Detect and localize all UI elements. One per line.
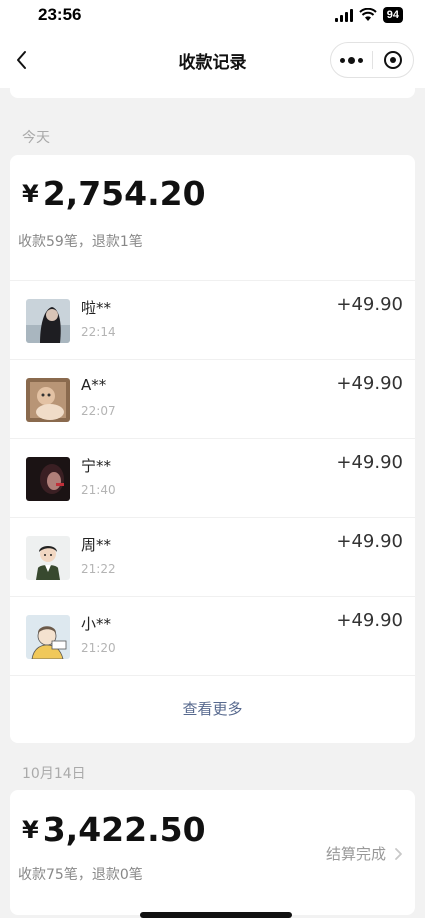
- wifi-icon: [359, 8, 377, 21]
- status-bar: 23:56 94: [0, 0, 425, 32]
- payment-amount: +49.90: [336, 610, 403, 631]
- chevron-right-icon: [395, 847, 402, 860]
- today-total-amount: 2,754.20: [42, 174, 206, 213]
- transaction-row[interactable]: 小** 21:20 +49.90: [10, 596, 415, 675]
- transaction-row[interactable]: 周** 21:22 +49.90: [10, 517, 415, 596]
- payer-name: 小**: [81, 615, 112, 633]
- avatar: [26, 615, 70, 659]
- transaction-row[interactable]: 啦** 22:14 +49.90: [10, 280, 415, 359]
- payment-time: 21:40: [81, 483, 116, 497]
- section-label-today: 今天: [22, 130, 50, 146]
- payer-name: 周**: [81, 536, 112, 554]
- mini-program-capsule: [330, 42, 414, 78]
- today-summary: 收款59笔，退款1笔: [18, 234, 143, 250]
- currency-symbol: ¥: [22, 816, 39, 844]
- oct14-total-amount: 3,422.50: [42, 810, 206, 849]
- close-target-icon[interactable]: [373, 43, 413, 77]
- settlement-label: 结算完成: [325, 845, 386, 863]
- view-more-link[interactable]: 查看更多: [10, 675, 415, 743]
- section-label-date: 10月14日: [22, 766, 86, 782]
- oct14-total: ¥3,422.50: [22, 810, 206, 849]
- payer-name: 啦**: [81, 299, 112, 317]
- payment-amount: +49.90: [336, 294, 403, 315]
- payer-name: 宁**: [81, 457, 112, 475]
- payment-amount: +49.90: [336, 373, 403, 394]
- payment-time: 22:07: [81, 404, 116, 418]
- payer-name: A**: [81, 376, 107, 394]
- payment-time: 21:20: [81, 641, 116, 655]
- avatar: [26, 536, 70, 580]
- oct14-summary: 收款75笔，退款0笔: [18, 867, 143, 883]
- status-time: 23:56: [38, 5, 82, 24]
- transaction-row[interactable]: 宁** 21:40 +49.90: [10, 438, 415, 517]
- payment-time: 21:22: [81, 562, 116, 576]
- payment-time: 22:14: [81, 325, 116, 339]
- transaction-row[interactable]: A** 22:07 +49.90: [10, 359, 415, 438]
- today-total: ¥2,754.20: [22, 174, 206, 213]
- settlement-status[interactable]: 结算完成: [326, 843, 403, 864]
- avatar: [26, 457, 70, 501]
- avatar: [26, 378, 70, 422]
- previous-card-edge: [10, 88, 415, 98]
- currency-symbol: ¥: [22, 180, 39, 208]
- status-icons: 94: [334, 7, 403, 23]
- payment-amount: +49.90: [336, 531, 403, 552]
- avatar: [26, 299, 70, 343]
- nav-bar: 收款记录: [0, 32, 425, 88]
- more-icon[interactable]: [331, 43, 372, 77]
- battery-icon: 94: [382, 7, 403, 23]
- home-indicator: [140, 912, 292, 918]
- signal-icon: [334, 8, 353, 22]
- payment-amount: +49.90: [336, 452, 403, 473]
